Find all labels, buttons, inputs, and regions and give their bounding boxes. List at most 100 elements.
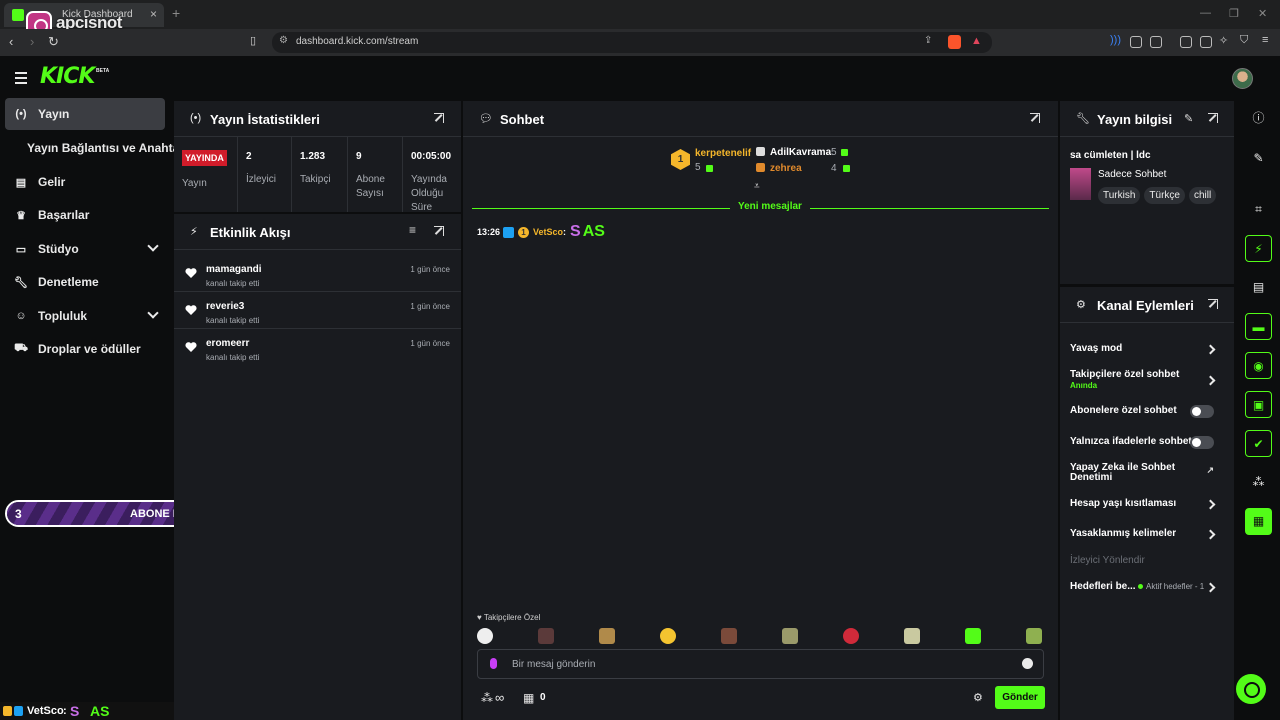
sub-badge-icon: [503, 226, 515, 238]
close-window-icon[interactable]: ✕: [1258, 7, 1267, 20]
stream-tag[interactable]: Turkish: [1098, 187, 1141, 204]
microphone-icon[interactable]: [490, 658, 497, 669]
stat-cell-subs: 9 Abone Sayısı: [348, 137, 403, 212]
kick-logo[interactable]: KICK: [40, 64, 95, 89]
emote-icon[interactable]: [965, 628, 981, 644]
edit-pencil-icon[interactable]: ✎: [1184, 112, 1193, 125]
chat-bubble-icon[interactable]: ▬: [1245, 313, 1272, 340]
bronze-badge-icon: [756, 163, 765, 172]
collapse-icon[interactable]: ⩡: [754, 181, 760, 192]
app-extension-icon[interactable]: ▦: [1245, 508, 1272, 535]
popout-icon[interactable]: [434, 113, 444, 123]
sidebar-item-topluluk[interactable]: ☺ Topluluk: [5, 300, 165, 332]
filter-icon[interactable]: ≡: [409, 223, 416, 237]
lightning-icon[interactable]: ⚡︎: [1245, 235, 1272, 262]
action-account-age[interactable]: Hesap yaşı kısıtlaması: [1070, 498, 1224, 512]
message-user[interactable]: VetSco: [533, 227, 563, 237]
popout-icon[interactable]: [1208, 299, 1218, 309]
mod-shield-icon[interactable]: ▣: [1245, 391, 1272, 418]
emote-icon[interactable]: [660, 628, 676, 644]
sidebar-toggle-icon[interactable]: [1180, 36, 1192, 48]
brave-shield-icon[interactable]: [948, 35, 961, 49]
user-avatar[interactable]: [1232, 68, 1253, 89]
emote-icon[interactable]: [843, 628, 859, 644]
emote-icon[interactable]: [904, 628, 920, 644]
share-icon[interactable]: ⇪: [924, 35, 932, 46]
action-emote-only: Yalnızca ifadelerle sohbet: [1070, 436, 1224, 450]
address-bar[interactable]: ⚙ dashboard.kick.com/stream ⇪ ▲: [272, 32, 992, 53]
sidebar-item-studyo[interactable]: ▭ Stüdyo: [5, 233, 165, 265]
top-chatter-name[interactable]: AdilKavrama: [770, 147, 831, 158]
emote-icon[interactable]: [538, 628, 554, 644]
minimize-icon[interactable]: —: [1200, 7, 1211, 19]
extensions-icon[interactable]: [1130, 36, 1142, 48]
menu-icon[interactable]: ≡: [1262, 34, 1268, 46]
vpn-icon[interactable]: ⛉: [1240, 34, 1248, 47]
top-chatter-name[interactable]: zehrea: [770, 163, 802, 174]
action-ai-moderation[interactable]: Yapay Zeka ile Sohbet Denetimi ↗: [1070, 463, 1224, 487]
action-goals[interactable]: Hedefleri be... Aktif hedefler - 1: [1070, 581, 1224, 595]
popout-icon[interactable]: [1208, 113, 1218, 123]
bookmark-icon[interactable]: ▯: [250, 34, 256, 47]
info-icon[interactable]: ⓘ: [1245, 105, 1272, 132]
chat-message-input[interactable]: Bir mesaj gönderin: [477, 649, 1044, 679]
popout-icon[interactable]: [434, 226, 444, 236]
broadcast-icon[interactable]: ◉: [1245, 352, 1272, 379]
tab-close-icon[interactable]: ×: [150, 7, 157, 21]
store-icon[interactable]: ▦: [523, 691, 534, 705]
screenshot-icon[interactable]: [1150, 36, 1162, 48]
sidebar-item-yayin[interactable]: (•) Yayın: [5, 98, 165, 130]
subs-only-toggle[interactable]: [1190, 405, 1214, 418]
hamburger-icon[interactable]: [15, 72, 27, 87]
sidebar-item-basarilar[interactable]: ♛ Başarılar: [5, 199, 165, 231]
wrench-icon[interactable]: ✔: [1245, 430, 1272, 457]
stream-tag[interactable]: Türkçe: [1144, 187, 1185, 204]
sidebar-item-droplar[interactable]: ⛟ Droplar ve ödüller: [5, 333, 165, 365]
stat-label: İzleyici: [246, 174, 277, 185]
emote-only-toggle[interactable]: [1190, 436, 1214, 449]
sidebar-item-stream-key[interactable]: Yayın Bağlantısı ve Anahtarı: [5, 132, 187, 164]
action-followers-only[interactable]: Takipçilere özel sohbet Anında: [1070, 369, 1224, 393]
emote-icon[interactable]: [477, 628, 493, 644]
channel-points-icon[interactable]: ⁂: [481, 691, 493, 705]
stream-tag[interactable]: chill: [1188, 187, 1217, 204]
heart-icon: [185, 305, 197, 315]
sidebar-item-denetleme[interactable]: 🔧︎ Denetleme: [5, 266, 165, 298]
emote-icon[interactable]: [599, 628, 615, 644]
category-thumbnail[interactable]: [1070, 168, 1091, 200]
new-tab-icon[interactable]: +: [172, 5, 180, 21]
maximize-icon[interactable]: ❐: [1229, 7, 1239, 20]
action-banned-words[interactable]: Yasaklanmış kelimeler: [1070, 528, 1224, 542]
stream-category[interactable]: Sadece Sohbet: [1098, 169, 1166, 180]
sidebar-item-gelir[interactable]: ▤ Gelir: [5, 166, 165, 198]
site-info-icon[interactable]: ⚙: [279, 35, 288, 46]
popout-icon[interactable]: [1030, 113, 1040, 123]
send-button[interactable]: Gönder: [995, 686, 1045, 709]
emoji-icon[interactable]: [1022, 658, 1033, 669]
emote-icon[interactable]: [1026, 628, 1042, 644]
forward-icon[interactable]: ›: [30, 34, 34, 49]
audio-icon[interactable]: ))): [1110, 34, 1121, 46]
clip-icon[interactable]: ⌗: [1245, 196, 1272, 223]
broadcast-icon: (•): [15, 108, 27, 120]
help-chat-button[interactable]: [1236, 674, 1266, 704]
emote-icon: S: [70, 703, 80, 719]
sidebar-item-label: Yayın Bağlantısı ve Anahtarı: [27, 141, 188, 155]
emote-icon[interactable]: [782, 628, 798, 644]
left-sidebar: (•) Yayın Yayın Bağlantısı ve Anahtarı ▤…: [0, 98, 187, 720]
action-slow-mode[interactable]: Yavaş mod: [1070, 343, 1224, 357]
reload-icon[interactable]: ↻: [48, 34, 59, 50]
settings-gear-icon[interactable]: ⚙: [973, 691, 983, 704]
brave-rewards-icon[interactable]: ▲: [971, 35, 982, 47]
feed-user: reverie3: [206, 301, 245, 312]
leo-ai-icon[interactable]: ✧: [1219, 34, 1228, 47]
edit-pencil-icon[interactable]: ✎: [1245, 145, 1272, 172]
wallet-icon[interactable]: [1200, 36, 1212, 48]
community-icon[interactable]: ⁂: [1245, 469, 1272, 496]
emote-icon[interactable]: [721, 628, 737, 644]
back-icon[interactable]: ‹: [9, 34, 13, 49]
document-icon[interactable]: ▤: [1245, 274, 1272, 301]
top-chatter-name[interactable]: kerpetenelif: [695, 148, 751, 159]
action-label: İzleyici Yönlendir: [1070, 555, 1145, 566]
app-header: KICK BETA: [0, 56, 1280, 100]
